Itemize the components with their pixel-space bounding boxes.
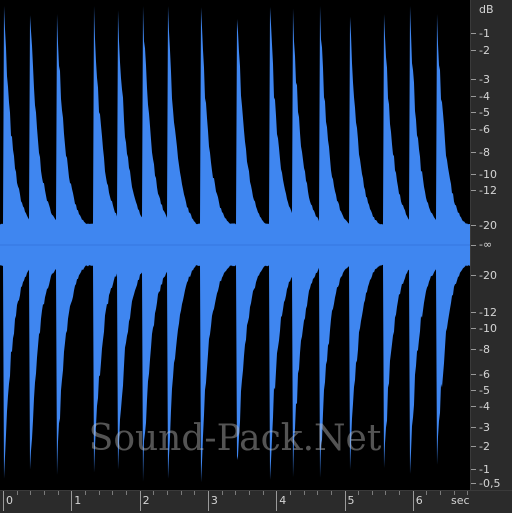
time-label: 1 bbox=[74, 494, 82, 507]
time-tick bbox=[412, 491, 414, 511]
db-label: -10 bbox=[479, 168, 497, 181]
db-label: -20 bbox=[479, 219, 497, 232]
db-tick bbox=[471, 174, 476, 175]
db-tick bbox=[471, 152, 476, 153]
time-minor-tick bbox=[16, 491, 18, 495]
db-center-label: -∞ bbox=[479, 238, 493, 251]
db-label: -8 bbox=[479, 343, 490, 356]
db-label: -5 bbox=[479, 384, 490, 397]
db-tick bbox=[471, 33, 476, 34]
db-label: -4 bbox=[479, 400, 490, 413]
time-minor-tick bbox=[358, 491, 360, 495]
time-minor-tick bbox=[125, 491, 127, 495]
db-tick bbox=[471, 406, 476, 407]
db-label: -6 bbox=[479, 368, 490, 381]
db-label: -3 bbox=[479, 421, 490, 434]
db-tick bbox=[471, 129, 476, 130]
db-label: -20 bbox=[479, 269, 497, 282]
db-tick bbox=[471, 483, 476, 484]
time-label: 2 bbox=[142, 494, 150, 507]
time-minor-tick bbox=[317, 491, 319, 495]
db-label: -2 bbox=[479, 44, 490, 57]
db-tick bbox=[471, 245, 476, 246]
time-minor-tick bbox=[440, 491, 442, 495]
time-tick bbox=[207, 491, 209, 511]
db-tick bbox=[471, 96, 476, 97]
db-tick bbox=[471, 374, 476, 375]
time-minor-tick bbox=[194, 491, 196, 495]
time-minor-tick bbox=[262, 491, 264, 495]
db-tick bbox=[471, 50, 476, 51]
db-tick bbox=[471, 190, 476, 191]
db-label: -5 bbox=[479, 106, 490, 119]
time-minor-tick bbox=[166, 491, 168, 495]
time-label: 5 bbox=[347, 494, 355, 507]
time-minor-tick bbox=[385, 491, 387, 495]
db-label: -4 bbox=[479, 90, 490, 103]
time-minor-tick bbox=[112, 491, 114, 495]
db-label: -12 bbox=[479, 184, 497, 197]
time-tick bbox=[344, 491, 346, 511]
db-tick bbox=[471, 446, 476, 447]
time-minor-tick bbox=[153, 491, 155, 495]
audio-editor: Sound-Pack.Net dB -1 -2 -3 -4 -5 -6 -8 -10 -12 -2… bbox=[0, 0, 512, 513]
time-minor-tick bbox=[235, 491, 237, 495]
time-label: 4 bbox=[279, 494, 287, 507]
time-minor-tick bbox=[84, 491, 86, 495]
db-label: -2 bbox=[479, 440, 490, 453]
time-minor-tick bbox=[43, 491, 45, 495]
db-tick bbox=[471, 349, 476, 350]
waveform-view[interactable]: Sound-Pack.Net bbox=[0, 0, 470, 490]
time-minor-tick bbox=[399, 491, 401, 495]
time-minor-tick bbox=[303, 491, 305, 495]
time-minor-tick bbox=[30, 491, 32, 495]
time-minor-tick bbox=[180, 491, 182, 495]
time-unit-label: sec bbox=[451, 494, 470, 507]
db-tick bbox=[471, 390, 476, 391]
time-tick bbox=[3, 491, 4, 511]
db-label: -10 bbox=[479, 322, 497, 335]
time-minor-tick bbox=[98, 491, 100, 495]
time-tick bbox=[139, 491, 141, 511]
time-tick bbox=[71, 491, 73, 511]
db-unit-label: dB bbox=[479, 3, 494, 16]
time-label: 6 bbox=[415, 494, 423, 507]
db-tick bbox=[471, 312, 476, 313]
time-minor-tick bbox=[330, 491, 332, 495]
time-label: 0 bbox=[6, 494, 13, 507]
db-label: -1 bbox=[479, 27, 490, 40]
waveform-center-line bbox=[0, 244, 470, 246]
time-minor-tick bbox=[371, 491, 373, 495]
db-label: -3 bbox=[479, 73, 490, 86]
db-ruler: dB -1 -2 -3 -4 -5 -6 -8 -10 -12 -20 -∞ -20 -12 -10 -… bbox=[470, 0, 512, 490]
db-tick bbox=[471, 328, 476, 329]
db-label: -12 bbox=[479, 306, 497, 319]
time-minor-tick bbox=[221, 491, 223, 495]
time-tick bbox=[276, 491, 278, 511]
time-ruler[interactable]: 0 1 2 3 4 5 6 sec bbox=[0, 490, 512, 513]
time-minor-tick bbox=[57, 491, 59, 495]
time-minor-tick bbox=[248, 491, 250, 495]
db-tick bbox=[471, 79, 476, 80]
db-label: -1 bbox=[479, 463, 490, 476]
db-label: -0,5 bbox=[479, 477, 501, 490]
db-label: -6 bbox=[479, 123, 490, 136]
db-tick bbox=[471, 225, 476, 226]
waveform-graph[interactable] bbox=[0, 0, 470, 490]
db-tick bbox=[471, 427, 476, 428]
db-label: -8 bbox=[479, 146, 490, 159]
time-minor-tick bbox=[289, 491, 291, 495]
db-tick bbox=[471, 112, 476, 113]
db-tick bbox=[471, 275, 476, 276]
db-tick bbox=[471, 469, 476, 470]
time-label: 3 bbox=[210, 494, 218, 507]
time-minor-tick bbox=[426, 491, 428, 495]
